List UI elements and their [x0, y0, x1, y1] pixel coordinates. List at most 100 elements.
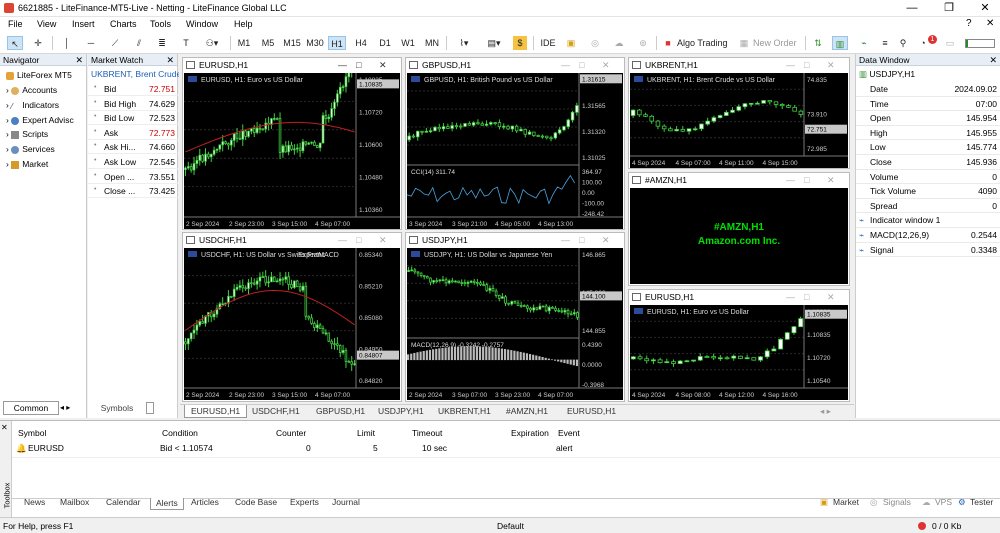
vertical-line-icon[interactable]: │: [60, 36, 74, 50]
col-counter[interactable]: Counter: [276, 428, 306, 438]
ide-button[interactable]: IDE: [540, 36, 556, 50]
close-icon[interactable]: ✕: [602, 233, 610, 247]
search-icon[interactable]: ⚲: [896, 36, 910, 50]
lock-icon[interactable]: ▣: [565, 36, 577, 50]
close-icon[interactable]: ✕: [379, 233, 387, 247]
tester-link[interactable]: Tester: [970, 497, 993, 507]
market-watch-row[interactable]: • Ask Hi... 74.660: [88, 140, 178, 155]
chart-tab-gbpusd[interactable]: GBPUSD,H1: [316, 406, 365, 416]
chart-window-usdjpy[interactable]: USDJPY,H1 — □ ✕ USDJPY, H1: US Dollar vs…: [405, 232, 625, 402]
market-watch-row[interactable]: • Bid Low 72.523: [88, 111, 178, 126]
col-symbol[interactable]: Symbol: [18, 428, 46, 438]
chart-window-eurusd-2[interactable]: EURUSD,H1 — □ ✕ EURUSD, H1: Euro vs US D…: [628, 289, 850, 402]
trendline-icon[interactable]: ⟋: [108, 36, 122, 50]
navigator-item-indicators[interactable]: › ⁄ Indicators: [6, 100, 59, 111]
cursor-icon[interactable]: ↖: [7, 36, 23, 50]
tab-articles[interactable]: Articles: [191, 497, 219, 507]
close-icon[interactable]: ✕: [602, 58, 610, 72]
minimize-icon[interactable]: —: [786, 173, 795, 187]
restore-icon[interactable]: □: [804, 173, 809, 187]
tab-journal[interactable]: Journal: [332, 497, 360, 507]
tf-mn[interactable]: MN: [423, 36, 441, 50]
tab-symbols[interactable]: Symbols: [90, 401, 144, 415]
restore-icon[interactable]: □: [804, 58, 809, 72]
close-icon[interactable]: ✕: [166, 54, 174, 66]
account-icon[interactable]: ▭: [944, 36, 956, 50]
chart-canvas[interactable]: GBPUSD, H1: British Pound vs US Dollar 1.…: [407, 73, 623, 229]
col-condition[interactable]: Condition: [162, 428, 198, 438]
menu-window[interactable]: Window: [186, 19, 218, 29]
minimize-icon[interactable]: —: [786, 290, 795, 304]
close-icon[interactable]: ✕: [827, 58, 835, 72]
navigator-item-accounts[interactable]: › Accounts: [6, 85, 57, 95]
tf-m5[interactable]: M5: [260, 36, 276, 50]
close-icon[interactable]: ✕: [827, 173, 835, 187]
tf-w1[interactable]: W1: [400, 36, 416, 50]
minimize-icon[interactable]: —: [338, 233, 347, 247]
menu-lines-icon[interactable]: ≡: [878, 36, 892, 50]
chart-canvas[interactable]: #AMZN,H1 Amazon.com Inc.: [630, 188, 848, 284]
close-button[interactable]: ✕: [978, 2, 992, 14]
market-watch-row[interactable]: • Bid High 74.629: [88, 97, 178, 111]
tab-code-base[interactable]: Code Base: [235, 497, 277, 507]
minimize-icon[interactable]: —: [786, 58, 795, 72]
line-chart-icon[interactable]: ⌁: [856, 36, 872, 50]
algo-trading-button[interactable]: Algo Trading: [677, 36, 729, 50]
menu-help[interactable]: Help: [234, 19, 253, 29]
chart-canvas[interactable]: USDJPY, H1: US Dollar vs Japanese Yen 146…: [407, 248, 623, 400]
tab-scroll-icon[interactable]: [146, 402, 154, 414]
channel-icon[interactable]: ⫽: [132, 36, 146, 50]
market-watch-row[interactable]: • Open ... 73.551: [88, 170, 178, 184]
tf-h1[interactable]: H1: [328, 36, 346, 50]
col-expiration[interactable]: Expiration: [511, 428, 549, 438]
shapes-icon[interactable]: ⚇▾: [200, 36, 224, 50]
market-watch-row[interactable]: • Ask Low 72.545: [88, 155, 178, 169]
chart-canvas[interactable]: EURUSD, H1: Euro vs US Dollar 1.10835 1.10…: [184, 73, 400, 229]
navigator-root[interactable]: LiteForex MT5: [6, 70, 72, 80]
menu-charts[interactable]: Charts: [110, 19, 137, 29]
horizontal-line-icon[interactable]: ─: [84, 36, 98, 50]
tf-d1[interactable]: D1: [377, 36, 393, 50]
navigator-item-experts[interactable]: › Expert Advisc: [6, 115, 74, 125]
chart-tab-ukbrent[interactable]: UKBRENT,H1: [438, 406, 491, 416]
help-icon[interactable]: ?: [966, 18, 972, 29]
tf-h4[interactable]: H4: [353, 36, 369, 50]
restore-icon[interactable]: □: [579, 58, 584, 72]
restore-icon[interactable]: □: [804, 290, 809, 304]
text-icon[interactable]: T: [180, 36, 192, 50]
tab-alerts[interactable]: Alerts: [150, 498, 184, 510]
restore-icon[interactable]: □: [579, 233, 584, 247]
chart-window-usdchf[interactable]: USDCHF,H1 — □ ✕ USDCHF, H1: US Dollar vs…: [182, 232, 402, 402]
bar-chart-icon[interactable]: ▥: [832, 36, 848, 50]
signal-icon[interactable]: ◎: [588, 36, 602, 50]
restore-icon[interactable]: □: [356, 233, 361, 247]
tab-scroll-arrows[interactable]: ◂ ▸: [60, 401, 84, 415]
minimize-button[interactable]: —: [905, 2, 919, 14]
maximize-button[interactable]: ❐: [942, 2, 956, 14]
chart-canvas[interactable]: EURUSD, H1: Euro vs US Dollar1.109001.10…: [630, 305, 848, 400]
close-icon[interactable]: ✕: [827, 290, 835, 304]
dollar-icon[interactable]: $: [513, 36, 527, 50]
close-icon[interactable]: ✕: [989, 54, 997, 66]
col-event[interactable]: Event: [558, 428, 580, 438]
chart-tab-eurusd-2[interactable]: EURUSD,H1: [567, 406, 616, 416]
chart-canvas[interactable]: UKBRENT, H1: Brent Crude vs US Dollar 74.…: [630, 73, 848, 168]
tf-m30[interactable]: M30: [305, 36, 325, 50]
navigator-item-services[interactable]: › Services: [6, 144, 55, 154]
new-order-icon[interactable]: ▦: [738, 36, 750, 50]
close-icon[interactable]: ✕: [1, 423, 8, 432]
col-limit[interactable]: Limit: [357, 428, 375, 438]
tab-mailbox[interactable]: Mailbox: [60, 497, 89, 507]
market-watch-row[interactable]: • Close ... 73.425: [88, 184, 178, 199]
chart-tab-usdchf[interactable]: USDCHF,H1: [252, 406, 300, 416]
fibonacci-icon[interactable]: ≣: [155, 36, 169, 50]
crosshair-icon[interactable]: ✛: [30, 36, 46, 50]
navigator-item-scripts[interactable]: › Scripts: [6, 129, 48, 139]
menu-tools[interactable]: Tools: [150, 19, 171, 29]
tab-calendar[interactable]: Calendar: [106, 497, 141, 507]
chart-canvas[interactable]: USDCHF, H1: US Dollar vs Swiss Franc 0.85…: [184, 248, 400, 400]
tab-experts[interactable]: Experts: [290, 497, 319, 507]
close-icon[interactable]: ✕: [75, 54, 83, 66]
tabs-scroll-icon[interactable]: ◂ ▸: [820, 406, 831, 417]
depth-of-market-icon[interactable]: ⇅: [811, 36, 825, 50]
